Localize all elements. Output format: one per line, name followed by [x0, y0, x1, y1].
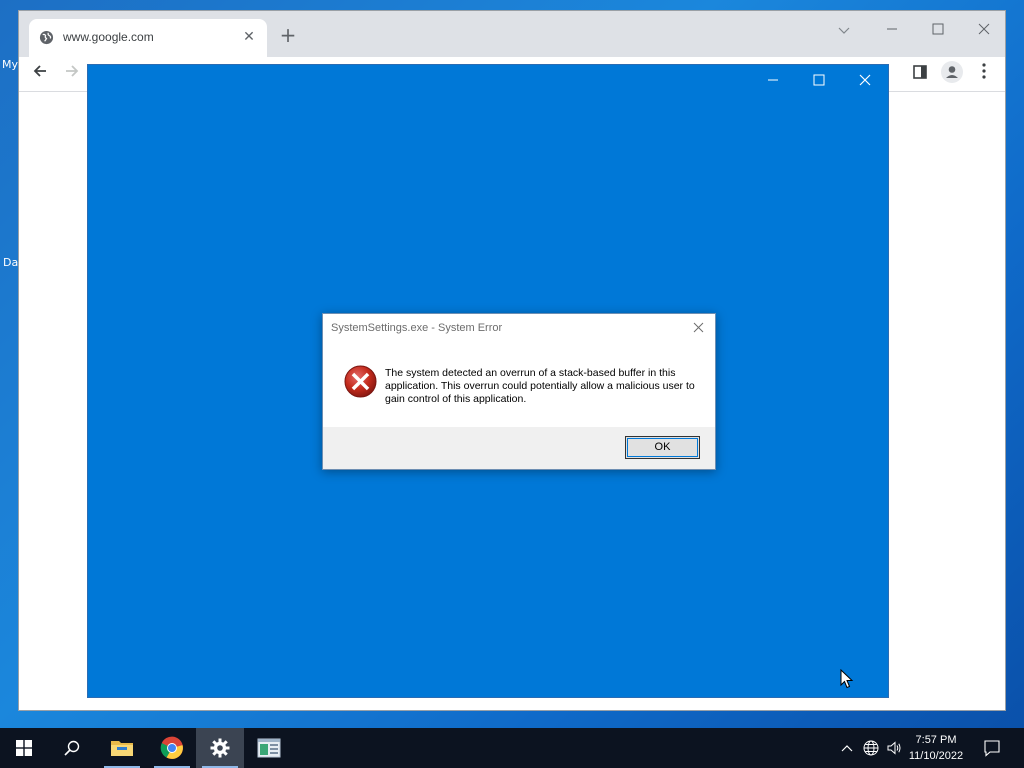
tab-title: www.google.com — [63, 30, 154, 44]
profile-icon[interactable] — [939, 61, 965, 87]
file-explorer-icon[interactable] — [98, 728, 146, 768]
browser-tab[interactable]: www.google.com ✕ — [29, 19, 267, 57]
maximize-icon[interactable] — [915, 17, 961, 45]
taskbar: 7:57 PM 11/10/2022 — [0, 728, 1024, 768]
clock-date: 11/10/2022 — [908, 750, 964, 762]
notification-center-icon[interactable] — [978, 728, 1006, 768]
arrow-left-icon[interactable] — [27, 61, 53, 87]
dialog-footer: OK — [323, 427, 715, 469]
close-icon[interactable] — [687, 318, 709, 340]
search-icon[interactable] — [48, 728, 96, 768]
mouse-cursor-icon — [840, 669, 854, 689]
tab-search-chevron-icon[interactable] — [821, 17, 867, 45]
system-error-dialog: SystemSettings.exe - System Error The sy… — [322, 313, 716, 470]
taskbar-clock[interactable]: 7:57 PM 11/10/2022 — [904, 732, 968, 764]
browser-tabstrip: www.google.com ✕ + — [19, 11, 1005, 57]
clock-time: 7:57 PM — [915, 734, 957, 746]
error-icon — [344, 365, 377, 398]
tab-close-icon[interactable]: ✕ — [239, 27, 259, 47]
windows-start-icon[interactable] — [0, 728, 48, 768]
settings-gear-icon[interactable] — [196, 728, 244, 768]
globe-icon — [39, 30, 54, 45]
speaker-icon[interactable] — [884, 728, 904, 768]
close-icon[interactable] — [842, 69, 888, 95]
dialog-title: SystemSettings.exe - System Error — [331, 322, 503, 334]
app-window-icon[interactable] — [245, 728, 293, 768]
maximize-icon[interactable] — [796, 69, 842, 95]
dialog-message: The system detected an overrun of a stac… — [385, 367, 695, 405]
minimize-icon[interactable] — [869, 17, 915, 45]
ok-button[interactable]: OK — [625, 436, 700, 459]
chrome-icon[interactable] — [148, 728, 196, 768]
side-panel-icon[interactable] — [907, 61, 933, 87]
close-icon[interactable] — [961, 17, 1007, 45]
chevron-up-icon[interactable] — [838, 728, 856, 768]
kebab-menu-icon[interactable] — [971, 61, 997, 87]
arrow-right-icon[interactable] — [59, 61, 85, 87]
plus-icon[interactable]: + — [277, 25, 299, 47]
minimize-icon[interactable] — [750, 69, 796, 95]
network-globe-icon[interactable] — [861, 728, 881, 768]
